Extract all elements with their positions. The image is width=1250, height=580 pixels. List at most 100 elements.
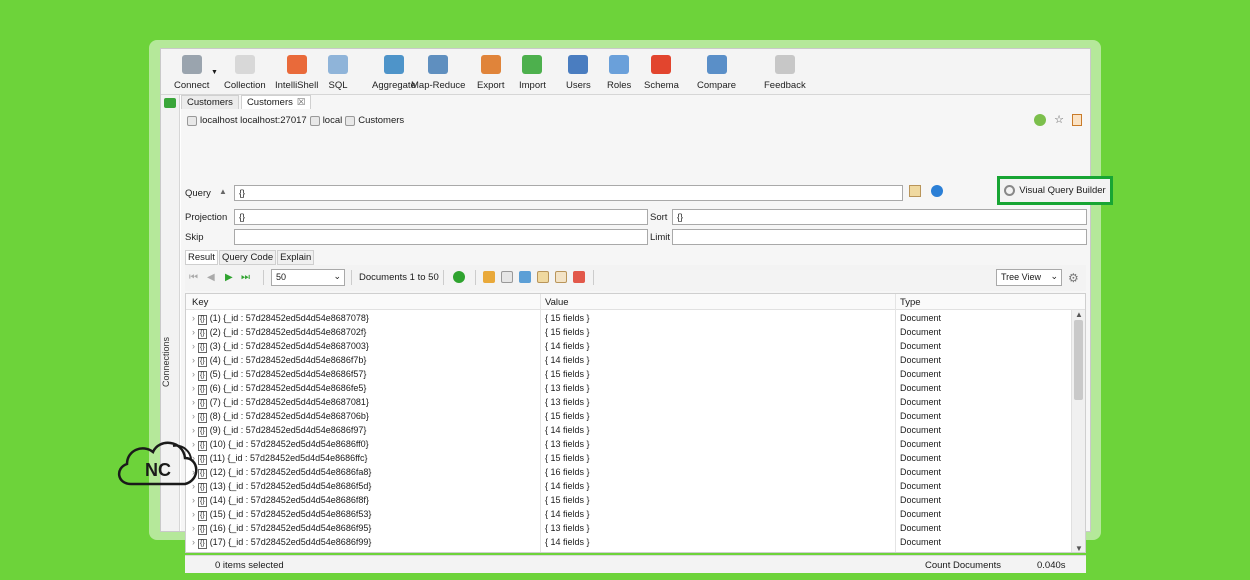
breadcrumb-db[interactable]: local [323, 115, 343, 126]
scroll-down-icon[interactable]: ▼ [1075, 544, 1083, 552]
chevron-right-icon[interactable]: › [192, 369, 195, 379]
vertical-scrollbar[interactable]: ▲ ▼ [1071, 310, 1085, 552]
table-row[interactable]: ›{} (12) {_id : 57d28452ed5d4d54e8686fa8}… [186, 465, 1070, 479]
chevron-right-icon[interactable]: › [192, 537, 195, 547]
breadcrumb-server[interactable]: localhost localhost:27017 [200, 115, 307, 126]
table-row[interactable]: ›{} (13) {_id : 57d28452ed5d4d54e8686f5d}… [186, 479, 1070, 493]
toolbar-button-intellishell[interactable]: IntelliShell [275, 55, 318, 91]
toolbar-button-collection[interactable]: Collection [224, 55, 266, 91]
table-row[interactable]: ›{} (2) {_id : 57d28452ed5d4d54e868702f}{… [186, 325, 1070, 339]
toolbar-button-users[interactable]: Users [566, 55, 591, 91]
clipboard-icon[interactable] [1072, 113, 1082, 126]
close-tab-icon[interactable]: ☒ [297, 97, 306, 108]
table-row[interactable]: ›{} (11) {_id : 57d28452ed5d4d54e8686ffc}… [186, 451, 1070, 465]
toolbar-button-schema[interactable]: Schema [644, 55, 679, 91]
lock-icon[interactable] [483, 271, 495, 283]
chevron-right-icon[interactable]: › [192, 523, 195, 533]
query-time: 0.040s [1037, 560, 1066, 571]
next-page-icon[interactable]: ▶ [225, 272, 235, 283]
connect-dropdown-caret[interactable]: ▼ [211, 69, 218, 76]
table-row[interactable]: ›{} (6) {_id : 57d28452ed5d4d54e8686fe5}{… [186, 381, 1070, 395]
edit-query-icon[interactable] [909, 185, 921, 197]
chevron-right-icon[interactable]: › [192, 327, 195, 337]
clone-document-icon[interactable] [519, 271, 531, 283]
table-row[interactable]: ›{} (15) {_id : 57d28452ed5d4d54e8686f53}… [186, 507, 1070, 521]
run-query-icon[interactable] [931, 185, 943, 197]
skip-input[interactable] [234, 229, 648, 245]
query-collapse-icon[interactable]: ▲ [219, 187, 227, 196]
table-row[interactable]: ›{} (14) {_id : 57d28452ed5d4d54e8686f8f}… [186, 493, 1070, 507]
table-row[interactable]: ›{} (1) {_id : 57d28452ed5d4d54e8687078}{… [186, 311, 1070, 325]
tab-customers-1[interactable]: Customers [181, 95, 239, 109]
toolbar-label: IntelliShell [275, 80, 319, 91]
query-input[interactable]: {} [234, 185, 903, 201]
toolbar-button-feedback[interactable]: Feedback [764, 55, 806, 91]
toolbar-button-export[interactable]: Export [477, 55, 504, 91]
table-row[interactable]: ›{} (10) {_id : 57d28452ed5d4d54e8686ff0}… [186, 437, 1070, 451]
column-key[interactable]: Key [192, 297, 208, 308]
toolbar-button-map-reduce[interactable]: Map-Reduce [411, 55, 465, 91]
column-type[interactable]: Type [900, 297, 921, 308]
table-row[interactable]: ›{} (9) {_id : 57d28452ed5d4d54e8686f97} {… [186, 423, 1070, 437]
last-page-icon[interactable]: ⏭ [241, 272, 251, 283]
chevron-right-icon[interactable]: › [192, 397, 195, 407]
projection-input[interactable]: {} [234, 209, 648, 225]
tab-query-code[interactable]: Query Code [218, 250, 277, 265]
connections-label[interactable]: Connections [161, 337, 171, 387]
chevron-right-icon[interactable]: › [192, 495, 195, 505]
chevron-right-icon[interactable]: › [192, 383, 195, 393]
table-row[interactable]: ›{} (17) {_id : 57d28452ed5d4d54e8686f99}… [186, 535, 1070, 549]
prev-page-icon[interactable]: ◀ [207, 272, 217, 283]
visual-query-builder-button[interactable]: Visual Query Builder [997, 176, 1113, 205]
table-row[interactable]: ›{} (4) {_id : 57d28452ed5d4d54e8686f7b}{… [186, 353, 1070, 367]
users-icon [568, 55, 589, 74]
refresh-results-icon[interactable] [453, 271, 465, 283]
scroll-thumb[interactable] [1074, 320, 1083, 400]
tab-explain[interactable]: Explain [277, 250, 315, 265]
table-row[interactable]: ›{} (8) {_id : 57d28452ed5d4d54e868706b}{… [186, 409, 1070, 423]
row-value: { 14 fields } [545, 509, 590, 519]
limit-input[interactable] [672, 229, 1087, 245]
toolbar-button-connect[interactable]: Connect [174, 55, 209, 91]
view-mode-select[interactable]: Tree View ⌄ [996, 269, 1062, 286]
star-icon[interactable]: ☆ [1054, 113, 1064, 126]
tab-customers-2[interactable]: Customers ☒ [240, 95, 312, 109]
tab-result[interactable]: Result [185, 250, 218, 265]
row-value: { 14 fields } [545, 425, 590, 435]
toolbar-button-roles[interactable]: Roles [607, 55, 631, 91]
edit-json-icon[interactable] [555, 271, 567, 283]
gear-icon[interactable]: ⚙ [1068, 271, 1079, 285]
column-value[interactable]: Value [545, 297, 569, 308]
add-document-icon[interactable] [501, 271, 513, 283]
edit-document-icon[interactable] [537, 271, 549, 283]
toolbar-label: Schema [644, 80, 679, 91]
page-size-select[interactable]: 50 ⌄ [271, 269, 345, 286]
chevron-right-icon[interactable]: › [192, 313, 195, 323]
divider [475, 270, 476, 285]
table-row[interactable]: ›{} (7) {_id : 57d28452ed5d4d54e8687081}{… [186, 395, 1070, 409]
expand-arrow-icon[interactable] [164, 98, 176, 108]
row-key: ›{} (10) {_id : 57d28452ed5d4d54e8686ff0} [192, 439, 369, 451]
first-page-icon[interactable]: ⏮ [189, 272, 199, 283]
table-row[interactable]: ›{} (3) {_id : 57d28452ed5d4d54e8687003}{… [186, 339, 1070, 353]
toolbar-button-import[interactable]: Import [519, 55, 546, 91]
count-documents-button[interactable]: Count Documents [925, 560, 1001, 571]
table-row[interactable]: ›{} (16) {_id : 57d28452ed5d4d54e8686f95}… [186, 521, 1070, 535]
breadcrumb-collection[interactable]: Customers [358, 115, 404, 126]
toolbar-button-sql[interactable]: SQL [328, 55, 348, 91]
scroll-up-icon[interactable]: ▲ [1075, 310, 1083, 319]
sort-input[interactable]: {} [672, 209, 1087, 225]
query-label: Query [185, 188, 211, 199]
chevron-right-icon[interactable]: › [192, 355, 195, 365]
feedback-icon [774, 55, 795, 74]
row-type: Document [900, 537, 942, 547]
chevron-right-icon[interactable]: › [192, 341, 195, 351]
refresh-icon[interactable] [1034, 113, 1047, 126]
chevron-right-icon[interactable]: › [192, 411, 195, 421]
toolbar-button-aggregate[interactable]: Aggregate [372, 55, 416, 91]
row-key-text: (7) {_id : 57d28452ed5d4d54e8687081} [209, 397, 369, 407]
chevron-right-icon[interactable]: › [192, 509, 195, 519]
delete-document-icon[interactable] [573, 271, 585, 283]
table-row[interactable]: ›{} (5) {_id : 57d28452ed5d4d54e8686f57}{… [186, 367, 1070, 381]
toolbar-button-compare[interactable]: Compare [697, 55, 736, 91]
